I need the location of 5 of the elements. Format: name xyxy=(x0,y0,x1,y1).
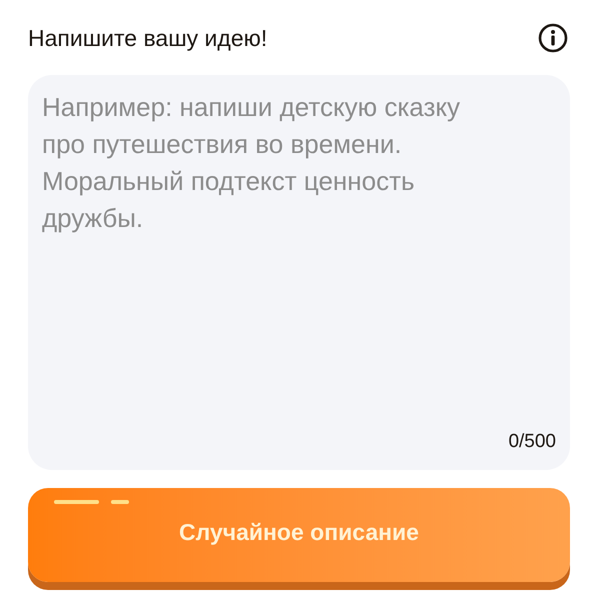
info-icon[interactable] xyxy=(538,23,568,53)
character-counter: 0/500 xyxy=(508,430,556,454)
dash-decoration-icon xyxy=(54,500,129,505)
idea-text-area[interactable]: Например: напиши детскую сказку про путешествия во времени. Моральный подтекст ценность дружбы. 0/500 xyxy=(28,75,570,470)
form-title: Напишите вашу идею! xyxy=(28,24,268,53)
